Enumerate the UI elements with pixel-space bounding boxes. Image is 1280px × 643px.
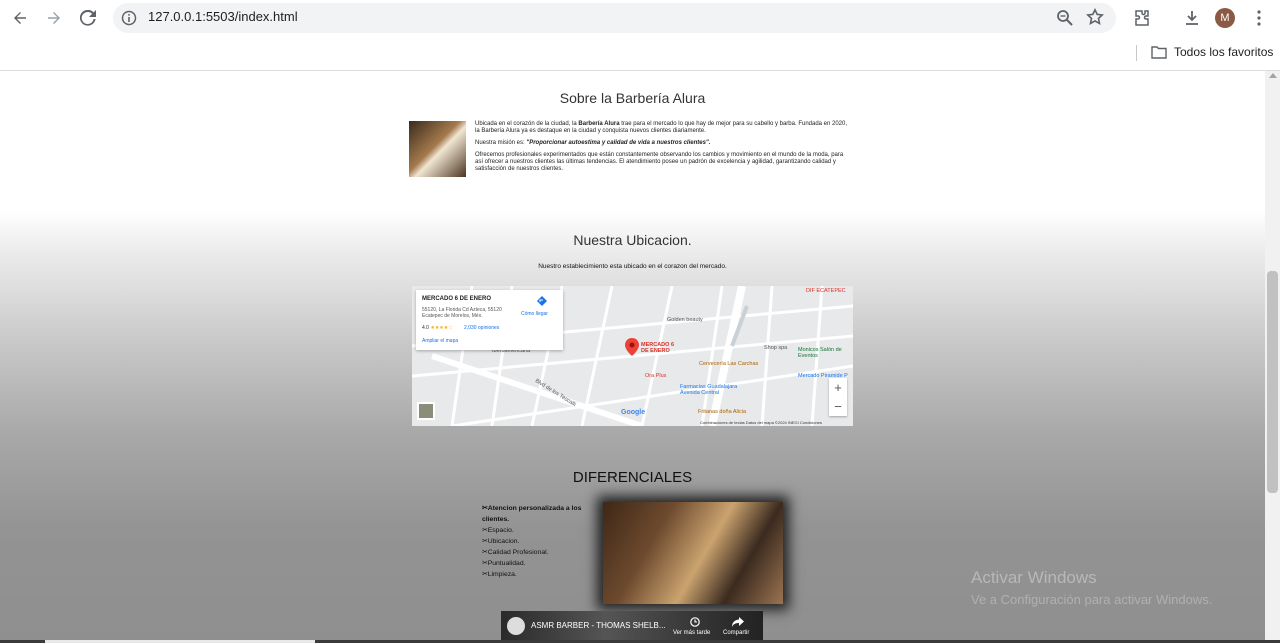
back-icon[interactable]: [8, 6, 32, 30]
windows-activation-title: Activar Windows: [971, 568, 1097, 587]
menu-kebab-icon[interactable]: [1248, 7, 1270, 29]
map-zoom-in-button[interactable]: +: [829, 378, 847, 397]
differential-item: ✂Puntualidad.: [482, 560, 526, 567]
share-button[interactable]: Compartir: [723, 630, 749, 636]
map-place-name: MERCADO 6 DE ENERO: [422, 296, 492, 302]
address-bar[interactable]: 127.0.0.1:5503/index.html: [113, 3, 1116, 33]
about-text: Ubicada en el corazón de la ciudad, la B…: [475, 121, 848, 178]
about-paragraph-2: Nuestra misión es: "Proporcionar autoest…: [475, 140, 711, 146]
bookmarks-bar: Todos los favoritos: [0, 36, 1280, 71]
scrollbar-thumb[interactable]: [1267, 271, 1278, 493]
embedded-map[interactable]: DIF ECATEPEC Golden beauty Shop spa Moni…: [412, 286, 853, 426]
differentials-list: ✂Atencion personalizada a los clientes. …: [482, 503, 592, 580]
map-satellite-toggle[interactable]: [417, 402, 435, 420]
location-subtitle: Nuestro establecimiento esta ubicado en …: [538, 263, 727, 270]
differential-item: ✂Ubicacion.: [482, 538, 520, 545]
map-zoom-controls: + −: [829, 378, 847, 416]
profile-avatar[interactable]: M: [1215, 8, 1235, 28]
map-info-card: MERCADO 6 DE ENERO 55120, La Florida Cd …: [416, 290, 563, 350]
page-viewport: Sobre la Barbería Alura Ubicada en el co…: [0, 71, 1265, 643]
map-label-ora-plus: Ora Plus: [645, 373, 667, 379]
about-title: Sobre la Barbería Alura: [559, 90, 706, 106]
rating-stars-icon: ★★★★☆: [430, 325, 453, 331]
differential-item: ✂Limpieza.: [482, 571, 517, 578]
map-directions-link[interactable]: Cómo llegar: [521, 311, 548, 317]
differential-item: ✂Espacio.: [482, 527, 514, 534]
about-paragraph-3: Ofrecemos profesionales experimentados q…: [475, 152, 844, 172]
watch-later-button[interactable]: Ver más tarde: [673, 630, 710, 636]
windows-activation-subtitle: Ve a Configuración para activar Windows.: [971, 592, 1213, 607]
map-label-dif: DIF ECATEPEC: [806, 288, 846, 294]
barber-photo: [603, 502, 783, 604]
map-place-address: 55120, La Florida Cd Azteca, 55120 Ecate…: [422, 307, 502, 319]
video-title[interactable]: ASMR BARBER - THOMAS SHELB...: [531, 621, 666, 630]
map-rating: 4.0 ★★★★☆: [422, 325, 453, 331]
map-pin-icon[interactable]: [625, 338, 639, 356]
all-bookmarks-link[interactable]: Todos los favoritos: [1174, 45, 1273, 59]
url-text[interactable]: 127.0.0.1:5503/index.html: [148, 9, 298, 24]
info-icon[interactable]: [121, 10, 137, 26]
folder-icon[interactable]: [1151, 45, 1167, 59]
differential-item: ✂Calidad Profesional.: [482, 549, 549, 556]
map-label-fritanas: Fritanas doña Alicia: [698, 409, 746, 415]
channel-avatar[interactable]: [507, 617, 525, 635]
map-enlarge-link[interactable]: Ampliar el mapa: [422, 338, 458, 344]
map-zoom-out-button[interactable]: −: [829, 397, 847, 416]
clock-icon[interactable]: [690, 617, 700, 627]
differential-item: ✂Atencion personalizada a los clientes.: [482, 505, 582, 523]
google-logo: Google: [621, 409, 646, 416]
bookmark-star-icon[interactable]: [1086, 8, 1104, 26]
directions-icon[interactable]: [537, 296, 547, 306]
browser-toolbar: 127.0.0.1:5503/index.html M: [0, 0, 1280, 36]
vertical-scrollbar[interactable]: [1265, 71, 1280, 643]
extensions-icon[interactable]: [1131, 7, 1153, 29]
map-reviews-link[interactable]: 2,030 opiniones: [464, 325, 499, 331]
bookmarks-separator: [1136, 45, 1137, 61]
share-icon[interactable]: [732, 617, 744, 627]
map-label-mercado: MERCADO 6 DE ENERO: [641, 342, 675, 354]
differentials-title: DIFERENCIALES: [572, 469, 693, 486]
forward-icon[interactable]: [42, 6, 66, 30]
embedded-video[interactable]: ASMR BARBER - THOMAS SHELB... Ver más ta…: [501, 611, 763, 643]
reload-icon[interactable]: [76, 6, 100, 30]
zoom-icon[interactable]: [1056, 9, 1074, 27]
map-footer: Combinaciones de teclas Datos del mapa ©…: [700, 420, 822, 425]
map-label-cerveceria: Cervecería Las Carchas: [699, 361, 759, 367]
map-label-monicos: Monicos Salón de Eventos: [798, 347, 842, 359]
scroll-up-arrow-icon[interactable]: [1269, 73, 1277, 78]
about-paragraph-1: Ubicada en el corazón de la ciudad, la B…: [475, 121, 848, 134]
about-image: [409, 121, 466, 177]
download-icon[interactable]: [1181, 7, 1203, 29]
location-title: Nuestra Ubicacion.: [573, 232, 692, 248]
map-label-golden: Golden beauty: [667, 317, 703, 323]
map-label-farmacias: Farmacias Guadalajara Avenida Central: [680, 384, 738, 396]
map-label-spa: Shop spa: [764, 345, 788, 351]
